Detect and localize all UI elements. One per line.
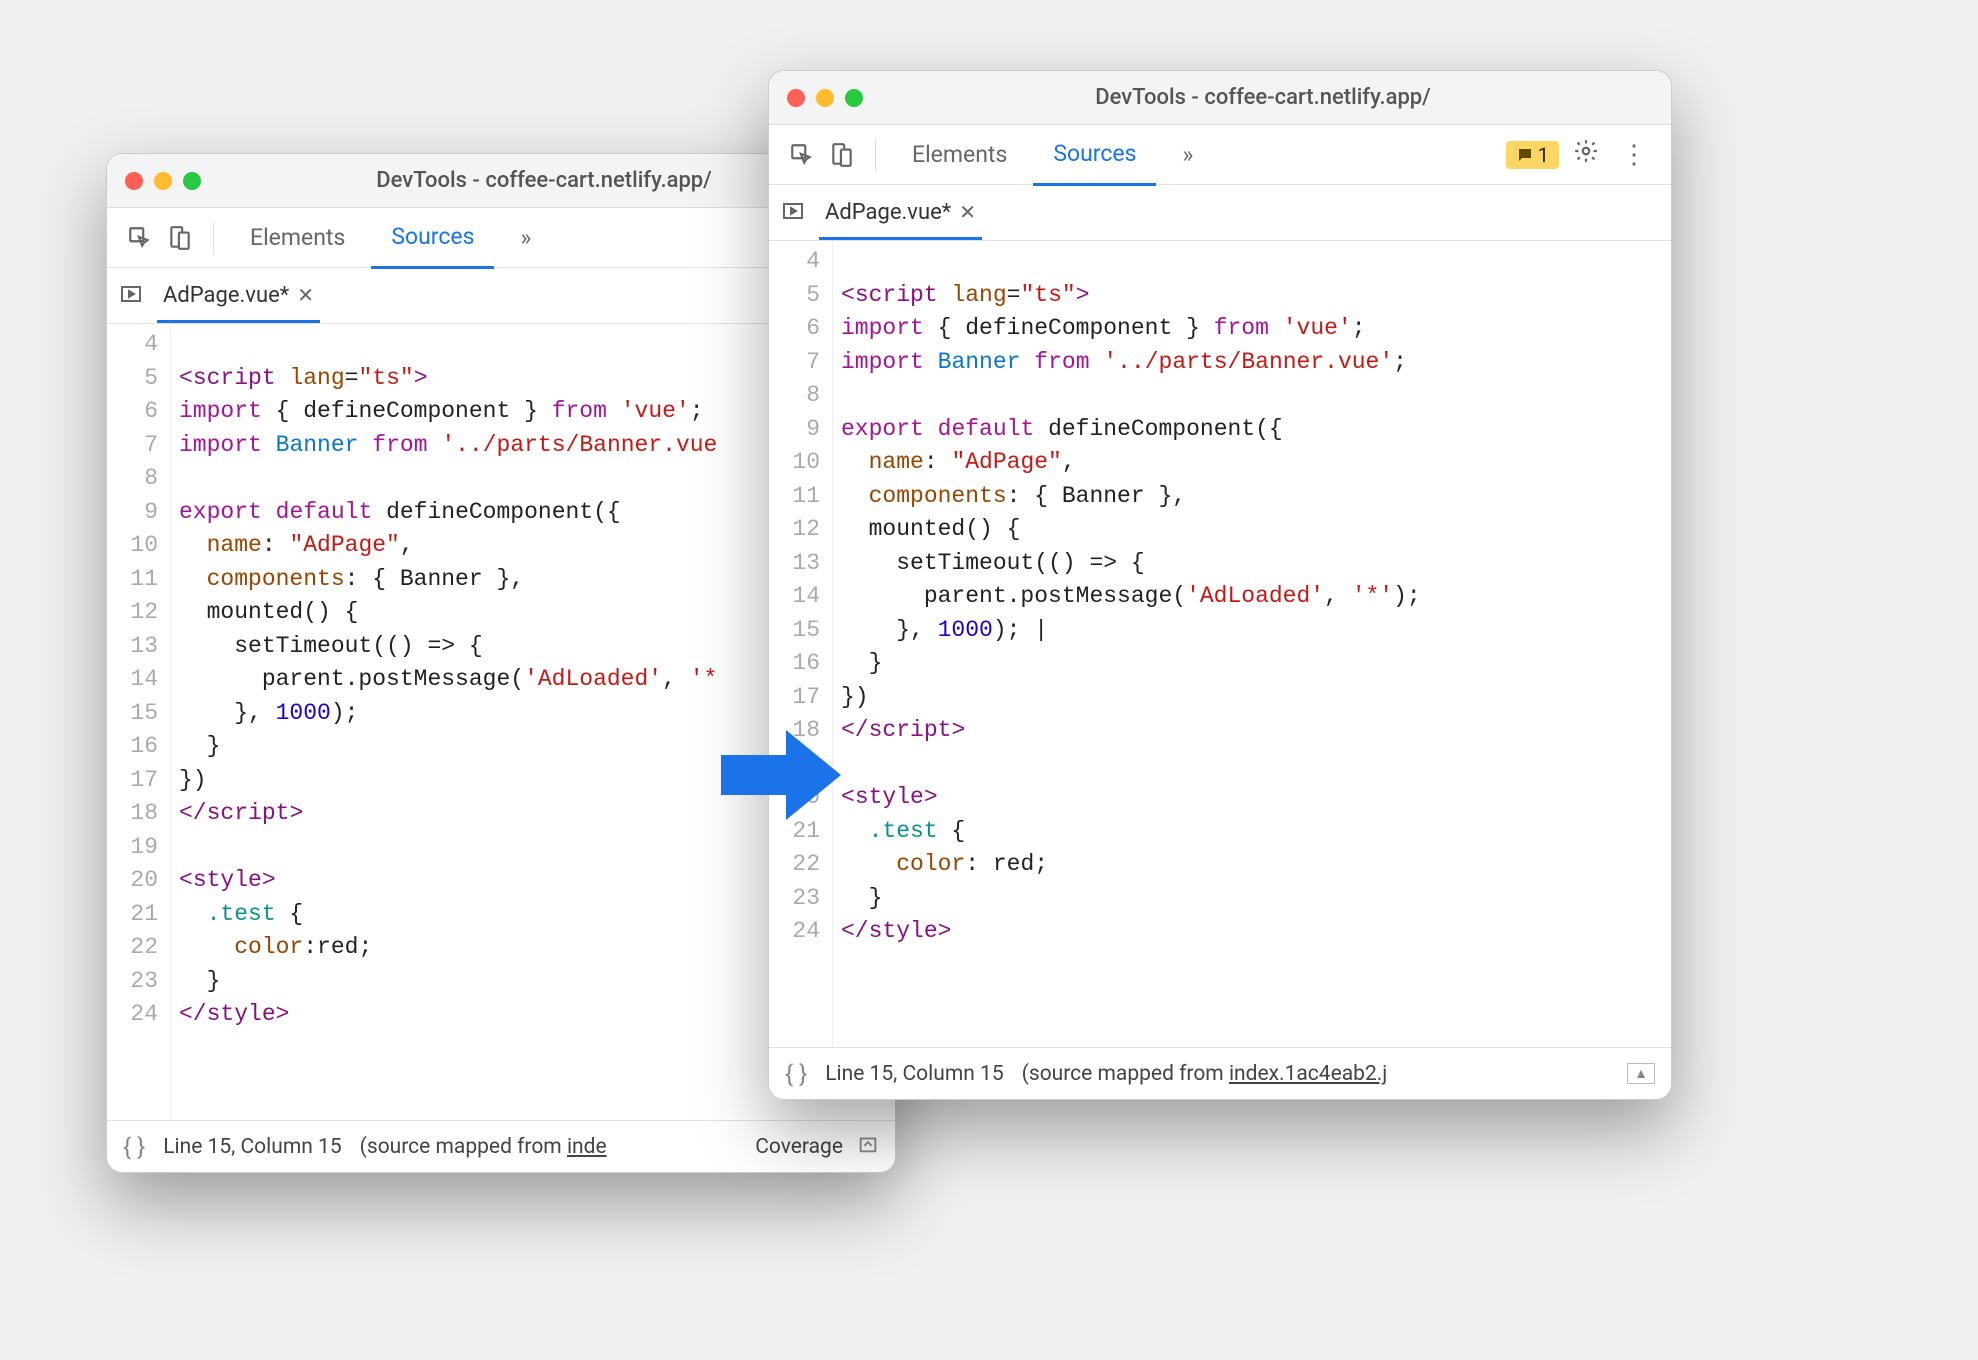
device-icon[interactable] <box>163 221 197 255</box>
file-tab-label: AdPage.vue* <box>163 283 289 308</box>
close-dot[interactable] <box>787 89 805 107</box>
cursor-position: Line 15, Column 15 <box>825 1062 1003 1086</box>
arrow-icon <box>716 720 846 830</box>
window-title: DevTools - coffee-cart.netlify.app/ <box>873 85 1653 110</box>
inspect-icon[interactable] <box>785 138 819 172</box>
file-tab-label: AdPage.vue* <box>825 200 951 225</box>
device-icon[interactable] <box>825 138 859 172</box>
drawer-toggle-icon[interactable] <box>857 1133 879 1161</box>
inspect-icon[interactable] <box>123 221 157 255</box>
navigator-icon[interactable] <box>119 282 143 310</box>
navigator-icon[interactable] <box>781 199 805 227</box>
status-bar: { } Line 15, Column 15 (source mapped fr… <box>107 1120 895 1172</box>
file-tab-adpage[interactable]: AdPage.vue* ✕ <box>819 186 982 240</box>
minimize-dot[interactable] <box>154 172 172 190</box>
tab-more[interactable]: » <box>1162 125 1213 184</box>
close-dot[interactable] <box>125 172 143 190</box>
coverage-label[interactable]: Coverage <box>755 1135 843 1159</box>
pretty-print-icon[interactable]: { } <box>123 1133 145 1161</box>
line-gutter: 4 5 6 7 8 9 10 11 12 13 14 15 16 17 18 1… <box>769 241 833 1047</box>
close-icon[interactable]: ✕ <box>959 200 976 224</box>
tab-sources[interactable]: Sources <box>371 207 494 269</box>
traffic-lights <box>125 172 201 190</box>
minimize-dot[interactable] <box>816 89 834 107</box>
close-icon[interactable]: ✕ <box>297 283 314 307</box>
tab-elements[interactable]: Elements <box>230 208 365 267</box>
source-map-label: (source mapped from inde <box>360 1135 607 1159</box>
tab-elements[interactable]: Elements <box>892 125 1027 184</box>
maximize-dot[interactable] <box>183 172 201 190</box>
warnings-badge[interactable]: 1 <box>1506 141 1559 169</box>
pretty-print-icon[interactable]: { } <box>785 1060 807 1088</box>
line-gutter: 4 5 6 7 8 9 10 11 12 13 14 15 16 17 18 1… <box>107 324 171 1120</box>
main-toolbar: Elements Sources » 1 ⋮ <box>769 125 1671 185</box>
code-content[interactable]: <script lang="ts"> import { defineCompon… <box>833 241 1671 1047</box>
tab-more[interactable]: » <box>500 208 551 267</box>
divider <box>213 222 214 254</box>
cursor-position: Line 15, Column 15 <box>163 1135 341 1159</box>
tab-sources[interactable]: Sources <box>1033 124 1156 186</box>
devtools-window-after: DevTools - coffee-cart.netlify.app/ Elem… <box>768 70 1672 1100</box>
source-map-label: (source mapped from index.1ac4eab2.j <box>1022 1062 1388 1086</box>
file-tabs: AdPage.vue* ✕ <box>769 185 1671 241</box>
traffic-lights <box>787 89 863 107</box>
divider <box>875 139 876 171</box>
settings-icon[interactable] <box>1565 138 1607 171</box>
titlebar: DevTools - coffee-cart.netlify.app/ <box>769 71 1671 125</box>
status-bar: { } Line 15, Column 15 (source mapped fr… <box>769 1047 1671 1099</box>
file-tab-adpage[interactable]: AdPage.vue* ✕ <box>157 269 320 323</box>
more-icon[interactable]: ⋮ <box>1613 140 1655 170</box>
code-editor[interactable]: 4 5 6 7 8 9 10 11 12 13 14 15 16 17 18 1… <box>769 241 1671 1047</box>
maximize-dot[interactable] <box>845 89 863 107</box>
drawer-toggle-icon[interactable]: ▲ <box>1627 1063 1655 1084</box>
